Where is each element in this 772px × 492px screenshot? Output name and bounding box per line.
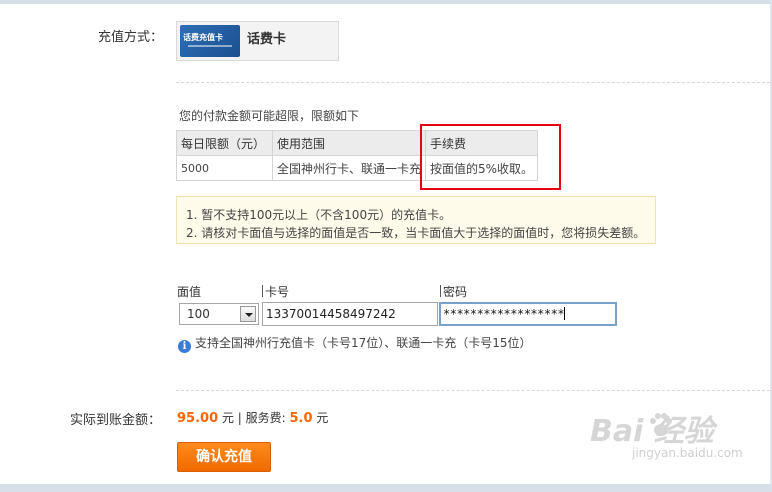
card-number-input[interactable]: 13370014458497242 [262, 302, 438, 326]
chevron-down-icon[interactable] [240, 306, 256, 322]
amount-unit-text: 元 | 服务费: [218, 411, 290, 425]
limit-note: 您的付款金额可能超限，限额如下 [179, 109, 360, 123]
card-number-label-text: 卡号 [265, 285, 290, 299]
pay-method-label: 充值方式： [98, 30, 164, 45]
highlight-box [420, 124, 561, 190]
header-scope: 使用范围 [271, 130, 427, 156]
amount-summary: 95.00 元 | 服务费: 5.0 元 [177, 409, 328, 426]
password-label: 密码 [440, 283, 467, 300]
phone-card-image: 话费充值卡 [180, 25, 240, 57]
card-image-stripe [188, 45, 232, 47]
face-value-label-text: 面值 [177, 285, 202, 299]
divider [176, 390, 770, 391]
baidu-jingyan-watermark: Bai 经验 jingyan.baidu.com [590, 398, 760, 468]
face-value-label: 面值 [177, 283, 201, 300]
service-fee: 5.0 [289, 411, 313, 426]
paw-icon [650, 413, 672, 436]
text-caret [564, 307, 566, 320]
info-icon: i [178, 340, 191, 353]
notice-line-1: 1. 暂不支持100元以上（不含100元）的充值卡。 [186, 208, 452, 222]
header-daily-limit: 每日限额（元） [176, 130, 273, 156]
actual-amount: 95.00 [177, 411, 219, 426]
card-number-label: 卡号 [262, 283, 289, 300]
notice-line-2: 2. 请核对卡面值与选择的面值是否一致，当卡面值大于选择的面值时，您将损失差额。 [186, 226, 646, 240]
actual-amount-label: 实际到账金额： [70, 413, 162, 428]
confirm-recharge-button[interactable]: 确认充值 [177, 442, 271, 472]
cell-daily-limit: 5000 [176, 155, 273, 181]
password-mask: ****************** [443, 307, 565, 321]
face-value-select[interactable]: 100 [179, 303, 259, 325]
label-separator [262, 285, 263, 297]
password-label-text: 密码 [443, 285, 468, 299]
card-hint: i 支持全国神州行充值卡（卡号17位）、联通一卡充（卡号15位） [178, 334, 532, 353]
fee-unit-text: 元 [312, 411, 329, 425]
watermark-url: jingyan.baidu.com [632, 446, 743, 460]
face-value-selected: 100 [187, 307, 210, 321]
notice-box: 1. 暂不支持100元以上（不含100元）的充值卡。 2. 请核对卡面值与选择的… [176, 196, 656, 244]
phone-card-option[interactable]: 话费充值卡 话费卡 [176, 21, 339, 61]
cell-scope: 全国神州行卡、联通一卡充 [271, 155, 427, 181]
password-input[interactable]: ****************** [439, 302, 617, 326]
top-border [0, 0, 772, 4]
card-image-text: 话费充值卡 [183, 33, 223, 42]
label-separator [440, 285, 441, 297]
card-name: 话费卡 [247, 32, 287, 47]
divider [176, 82, 770, 83]
bottom-border [0, 484, 772, 492]
card-hint-text: 支持全国神州行充值卡（卡号17位）、联通一卡充（卡号15位） [195, 336, 532, 350]
